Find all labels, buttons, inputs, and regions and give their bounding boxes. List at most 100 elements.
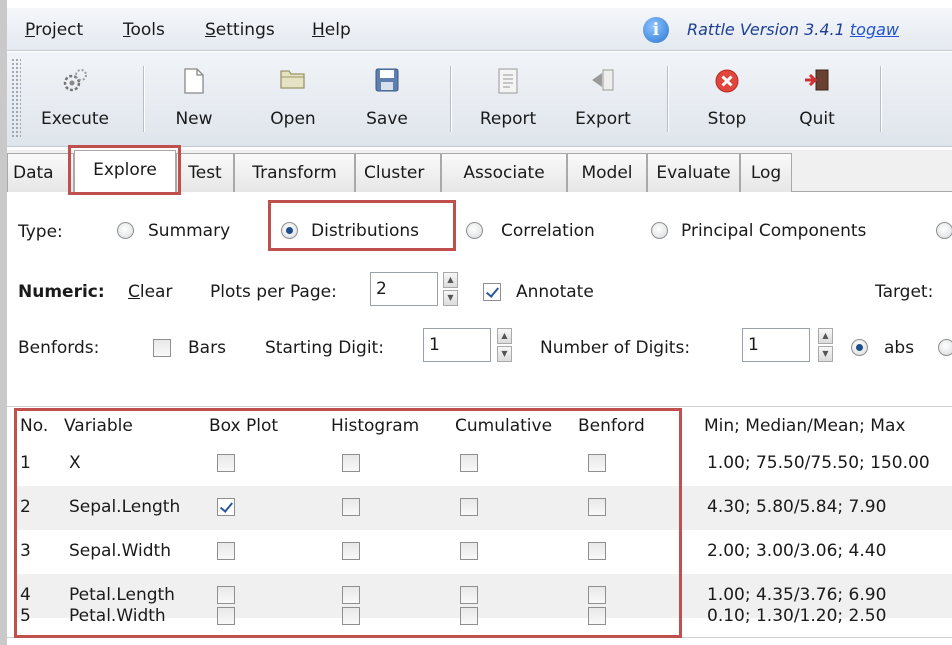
abs-label: abs xyxy=(884,338,915,358)
stop-button[interactable]: Stop xyxy=(697,52,757,147)
menu-project[interactable]: Project xyxy=(25,20,83,40)
menu-tools[interactable]: Tools xyxy=(123,20,165,40)
plots-per-page-spinner[interactable]: ▲ ▼ xyxy=(443,272,458,306)
execute-button[interactable]: Execute xyxy=(30,52,120,147)
radio-principal-components[interactable] xyxy=(651,222,668,239)
menu-settings-mnemonic: S xyxy=(205,20,216,40)
bars-checkbox[interactable] xyxy=(153,339,171,357)
toolbar-separator xyxy=(143,66,144,132)
numeric-label: Numeric: xyxy=(18,282,105,302)
bars-label: Bars xyxy=(188,338,226,358)
tab-test[interactable]: Test xyxy=(176,153,234,192)
clear-button[interactable]: Clear xyxy=(128,282,172,302)
stop-icon xyxy=(714,68,740,99)
spin-down-icon[interactable]: ▼ xyxy=(443,290,458,306)
distributions-highlight xyxy=(268,200,456,251)
annotate-label: Annotate xyxy=(516,282,594,302)
radio-next-option[interactable] xyxy=(938,339,952,356)
menu-project-mnemonic: P xyxy=(25,20,35,40)
export-button[interactable]: Export xyxy=(565,52,641,147)
menu-tools-label: ools xyxy=(130,20,165,40)
spin-up-icon[interactable]: ▲ xyxy=(443,272,458,288)
tab-cluster[interactable]: Cluster xyxy=(355,153,441,192)
tab-log[interactable]: Log xyxy=(740,153,792,192)
explore-tab-highlight xyxy=(68,145,181,195)
annotate-checkbox[interactable] xyxy=(483,283,501,301)
quit-label: Quit xyxy=(799,109,835,129)
summary-label: Summary xyxy=(148,221,231,241)
principal-components-label: Principal Components xyxy=(681,221,867,241)
tab-transform[interactable]: Transform xyxy=(234,153,355,192)
version-link[interactable]: togaw xyxy=(850,20,899,39)
save-label: Save xyxy=(366,109,408,129)
header-statistics[interactable]: Min; Median/Mean; Max xyxy=(704,416,905,436)
variable-stats: 1.00; 75.50/75.50; 150.00 xyxy=(707,453,930,473)
spin-down-icon[interactable]: ▼ xyxy=(818,346,833,362)
radio-summary[interactable] xyxy=(117,222,134,239)
new-button[interactable]: New xyxy=(164,52,224,147)
tab-data[interactable]: Data xyxy=(7,153,74,192)
quit-door-icon xyxy=(804,68,830,97)
folder-icon xyxy=(280,68,306,95)
tab-evaluate[interactable]: Evaluate xyxy=(647,153,740,192)
save-button[interactable]: Save xyxy=(357,52,417,147)
spin-up-icon[interactable]: ▲ xyxy=(818,328,833,344)
menu-settings[interactable]: Settings xyxy=(205,20,275,40)
clear-mnemonic: C xyxy=(128,282,140,302)
version-info: Rattle Version 3.4.1 togaw xyxy=(687,20,899,39)
starting-digit-label: Starting Digit: xyxy=(265,338,384,358)
menu-help-label: elp xyxy=(324,20,351,40)
menu-tools-mnemonic: T xyxy=(123,20,131,40)
version-text: Rattle Version 3.4.1 xyxy=(687,20,845,39)
menu-project-label: roject xyxy=(34,20,84,40)
new-document-icon xyxy=(183,68,205,99)
menu-help-mnemonic: H xyxy=(312,20,325,40)
tab-associate[interactable]: Associate xyxy=(441,153,567,192)
radio-abs[interactable] xyxy=(851,339,868,356)
radio-next-option[interactable] xyxy=(936,222,952,239)
info-icon[interactable]: i xyxy=(643,17,669,43)
number-of-digits-label: Number of Digits: xyxy=(540,338,691,358)
benfords-label: Benfords: xyxy=(18,338,100,358)
number-of-digits-spinner[interactable]: ▲ ▼ xyxy=(818,328,833,362)
table-top-divider xyxy=(7,406,952,407)
target-label: Target: xyxy=(875,282,934,302)
clear-label: lear xyxy=(139,282,173,302)
quit-button[interactable]: Quit xyxy=(787,52,847,147)
plots-per-page-input[interactable]: 2 xyxy=(370,272,438,306)
radio-correlation[interactable] xyxy=(466,222,483,239)
window-left-edge xyxy=(0,0,7,645)
report-button[interactable]: Report xyxy=(470,52,546,147)
correlation-label: Correlation xyxy=(501,221,595,241)
toolbar-grip[interactable] xyxy=(11,58,21,138)
toolbar-separator xyxy=(450,66,451,132)
floppy-disk-icon xyxy=(375,68,399,97)
starting-digit-spinner[interactable]: ▲ ▼ xyxy=(497,328,512,362)
toolbar: Execute New Open Save Report Export Stop… xyxy=(7,52,952,147)
open-label: Open xyxy=(270,109,316,129)
report-label: Report xyxy=(479,109,537,129)
report-icon xyxy=(498,68,518,99)
execute-label: Execute xyxy=(41,109,109,129)
spin-up-icon[interactable]: ▲ xyxy=(497,328,512,344)
stop-label: Stop xyxy=(707,109,747,129)
open-button[interactable]: Open xyxy=(261,52,325,147)
table-highlight xyxy=(14,408,682,638)
new-label: New xyxy=(175,109,213,129)
tab-model[interactable]: Model xyxy=(567,153,647,192)
menu-settings-label: ettings xyxy=(215,20,275,40)
number-of-digits-input[interactable]: 1 xyxy=(742,328,810,362)
toolbar-separator xyxy=(667,66,668,132)
plots-per-page-label: Plots per Page: xyxy=(210,282,337,302)
menu-bar: Project Tools Settings Help i Rattle Ver… xyxy=(7,8,952,51)
variable-stats: 4.30; 5.80/5.84; 7.90 xyxy=(707,497,887,517)
export-label: Export xyxy=(575,109,631,129)
spin-down-icon[interactable]: ▼ xyxy=(497,346,512,362)
toolbar-separator xyxy=(880,66,881,132)
starting-digit-input[interactable]: 1 xyxy=(423,328,491,362)
type-label: Type: xyxy=(18,222,63,242)
variable-stats: 2.00; 3.00/3.06; 4.40 xyxy=(707,541,887,561)
gears-icon xyxy=(62,68,88,99)
menu-help[interactable]: Help xyxy=(312,20,351,40)
variable-stats: 0.10; 1.30/1.20; 2.50 xyxy=(707,606,887,626)
